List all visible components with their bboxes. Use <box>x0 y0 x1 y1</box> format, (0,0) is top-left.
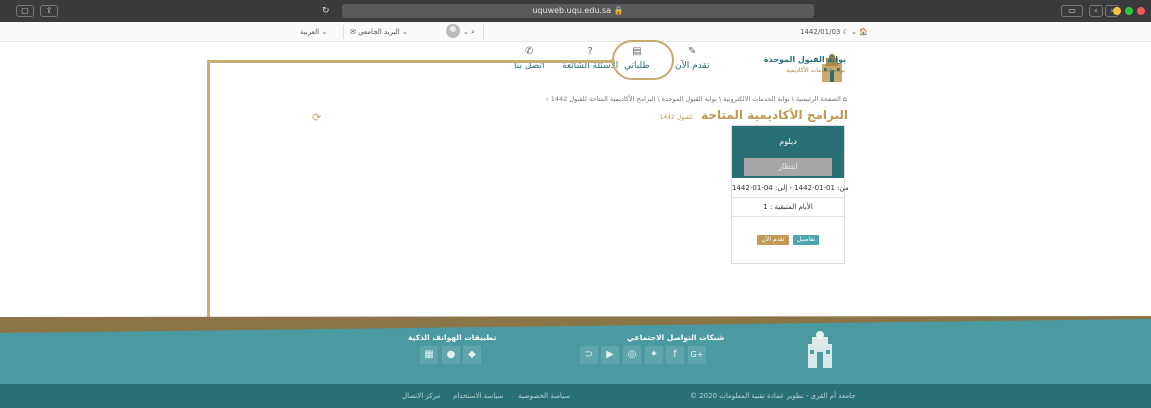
details-button[interactable]: تفاصيل <box>793 235 819 245</box>
page-title-sub: للقبول 1442 <box>659 114 693 121</box>
card-header: دبلوم انتظار <box>732 126 844 178</box>
sidebar-toggle-icon[interactable]: ▢ <box>16 5 34 17</box>
nav-apply-now[interactable]: ✎ تقدم الآن <box>675 46 709 72</box>
instagram-icon[interactable]: ◎ <box>623 346 641 364</box>
footer-background <box>0 316 1151 385</box>
back-icon[interactable]: ‹ <box>1089 5 1103 17</box>
status-badge: انتظار <box>744 158 832 176</box>
browser-toolbar: ▢ ⇪ ↻ uquweb.uqu.edu.sa 🔒 ▭ ‹ › <box>0 0 1151 22</box>
email-label: البريد الجامعي ⌄ <box>358 28 408 36</box>
breadcrumb-arrow-icon: ‹ <box>546 95 549 103</box>
program-title: دبلوم <box>779 137 797 146</box>
footer-link-terms[interactable]: سياسة الاستخدام <box>453 392 503 400</box>
footer-logo-icon <box>808 331 832 368</box>
university-email-link[interactable]: ✉ البريد الجامعي ⌄ <box>350 27 408 37</box>
edit-icon: ✎ <box>688 46 697 57</box>
program-card: دبلوم انتظار من: 01-01-1442 - إلى: 04-01… <box>731 125 849 264</box>
phone-icon: ✆ <box>525 46 534 57</box>
facebook-icon[interactable]: f <box>666 346 684 364</box>
brand-title[interactable]: بوابة القبول الموحدة <box>764 55 846 65</box>
reload-icon[interactable]: ↻ <box>322 5 330 17</box>
user-menu-chevron-icon[interactable]: ⌄ <box>463 27 469 37</box>
avatar[interactable] <box>446 24 460 38</box>
refresh-icon[interactable]: ⟳ <box>312 112 321 124</box>
breadcrumb-path[interactable]: الصفحة الرئيسية \ بوابة الخدمات الالكترو… <box>551 95 841 103</box>
nav-contact[interactable]: ✆ اتصل بنا <box>514 46 544 72</box>
twitter-icon[interactable]: ✦ <box>645 346 663 364</box>
google-plus-icon[interactable]: G+ <box>688 346 706 364</box>
android-app-icon[interactable]: ◆ <box>463 346 481 364</box>
apps-title: تطبيقات الهواتف الذكية <box>408 333 497 342</box>
brand-subtitle: بوابة الخدمات الأكاديمية <box>786 67 845 74</box>
apply-now-button[interactable]: تقدم الآن <box>757 235 789 245</box>
question-icon: ? <box>587 46 593 57</box>
share-icon[interactable]: ⇪ <box>40 5 58 17</box>
remaining-days: الأيام المتبقية : 1 <box>763 203 813 211</box>
address-bar[interactable]: ↻ uquweb.uqu.edu.sa 🔒 <box>322 4 814 18</box>
language-select[interactable]: العربية ⌄ <box>300 27 327 37</box>
hijri-date: 1442/01/03 ☾ ⌄ 🏠 <box>800 28 868 36</box>
utility-bar: العربية ⌄ ✉ البريد الجامعي ⌄ ⌄ ⌕ 1442/01… <box>0 22 1151 42</box>
nav-label: تقدم الآن <box>675 61 710 71</box>
copyright: © 2020 جامعة أم القرى - تطوير عمادة تقني… <box>690 392 856 400</box>
home-icon[interactable]: ⌂ <box>843 95 847 103</box>
apple-app-icon[interactable]: ● <box>442 346 460 364</box>
footer-link-privacy[interactable]: سياسة الخصوصية <box>518 392 570 400</box>
close-dot[interactable] <box>1137 7 1145 15</box>
search-icon[interactable]: ⌕ <box>471 27 475 37</box>
window-controls <box>1113 7 1145 15</box>
footer-link-contact-center[interactable]: مركز الاتصال <box>402 392 440 400</box>
page-title: البرامج الأكاديمية المتاحة للقبول 1442 <box>660 108 848 122</box>
footer-bottom-bar <box>0 384 1151 408</box>
page-title-text: البرامج الأكاديمية المتاحة <box>701 108 848 122</box>
maximize-dot[interactable] <box>1125 7 1133 15</box>
youtube-icon[interactable]: ▶ <box>601 346 619 364</box>
breadcrumb: ⌂ الصفحة الرئيسية \ بوابة الخدمات الالكت… <box>546 95 847 103</box>
tab-overview-icon[interactable]: ▭ <box>1061 5 1083 17</box>
minimize-dot[interactable] <box>1113 7 1121 15</box>
social-title: شبكات التواصل الاجتماعي <box>627 333 725 342</box>
url-text: uquweb.uqu.edu.sa 🔒 <box>532 6 624 15</box>
windows-app-icon[interactable]: ▦ <box>420 346 438 364</box>
highlight-circle <box>612 40 674 80</box>
nav-faq[interactable]: ? الأسئلة الشائعة <box>562 46 618 72</box>
page-root: ▢ ⇪ ↻ uquweb.uqu.edu.sa 🔒 ▭ ‹ › العربية … <box>0 0 1151 408</box>
callout-line <box>207 60 615 63</box>
rss-icon[interactable]: ⊃ <box>580 346 598 364</box>
program-dates: من: 01-01-1442 - إلى: 04-01-1442 <box>732 184 849 192</box>
